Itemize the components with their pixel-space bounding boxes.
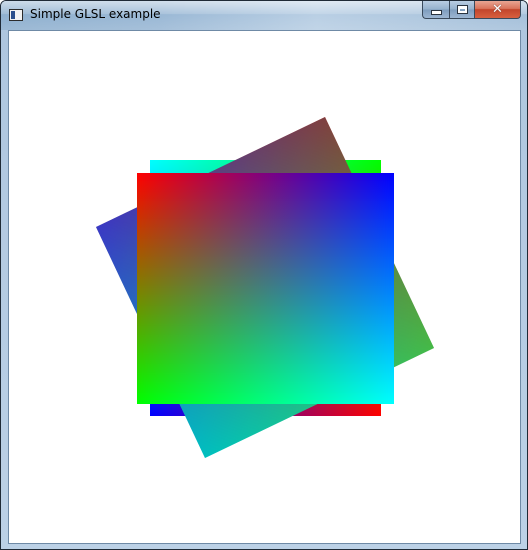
window-title: Simple GLSL example [30,7,161,21]
gl-viewport [8,30,521,544]
glsl-scene [96,117,434,458]
title-bar[interactable]: Simple GLSL example ✕ [1,1,527,30]
app-window: Simple GLSL example ✕ [0,0,528,550]
close-button[interactable]: ✕ [475,1,521,19]
caption-buttons: ✕ [422,1,521,20]
maximize-icon [456,5,468,14]
minimize-button[interactable] [422,1,449,19]
close-icon: ✕ [492,2,503,17]
front-square [137,173,394,404]
minimize-icon [430,10,442,15]
window-app-icon[interactable] [9,9,23,21]
maximize-button[interactable] [449,1,475,19]
